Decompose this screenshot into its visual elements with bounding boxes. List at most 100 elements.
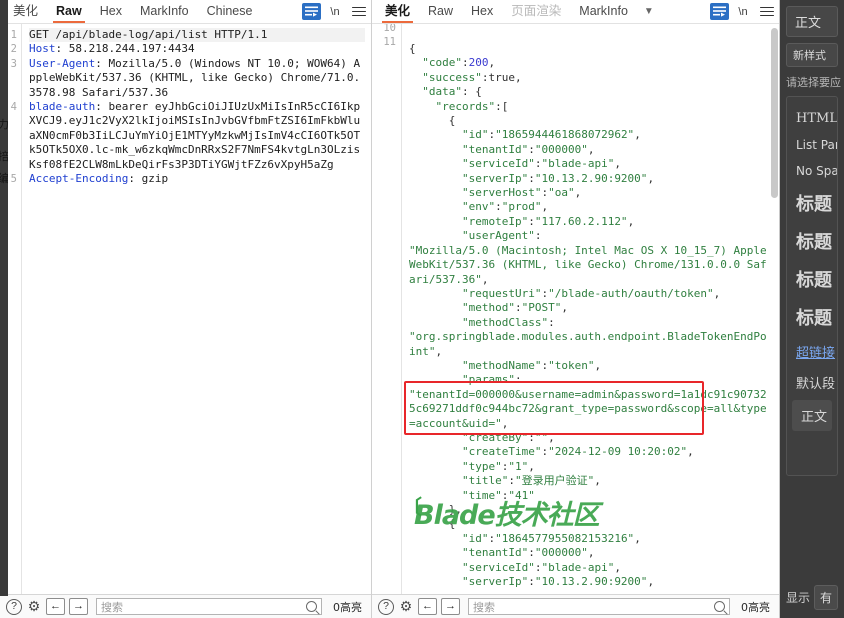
back-button[interactable]: ← xyxy=(418,598,437,615)
wrap-lines-icon[interactable] xyxy=(709,3,729,21)
style-list-item[interactable]: 标题 xyxy=(787,184,837,222)
response-scrollbar[interactable] xyxy=(770,24,779,594)
json-line: "params": xyxy=(409,373,773,387)
json-token: : xyxy=(495,200,502,214)
tab-chinese[interactable]: Chinese xyxy=(198,1,262,22)
json-line: "createTime":"2024-12-09 10:20:02", xyxy=(409,445,773,459)
json-line: "methodName":"token", xyxy=(409,359,773,373)
json-token: , xyxy=(647,575,655,589)
json-token: "10.13.2.90:9200" xyxy=(534,575,648,589)
tab-beautify[interactable]: 美化 xyxy=(4,1,47,22)
code-token: User-Agent xyxy=(29,56,96,70)
response-scrollbar-thumb[interactable] xyxy=(771,28,778,198)
hamburger-menu-icon[interactable] xyxy=(349,3,369,21)
code-line: User-Agent: Mozilla/5.0 (Windows NT 10.0… xyxy=(29,57,365,100)
json-line: "createBy":"", xyxy=(409,431,773,445)
edge-strip-fragment: 力 xyxy=(0,118,8,131)
json-token: , xyxy=(627,214,635,228)
app-root: 力 掊 编 美化 Raw Hex MarkInfo Chinese \n 1 2… xyxy=(0,0,844,618)
code-token: Accept-Encoding xyxy=(29,172,129,186)
style-list: HTML List Par No Spa 标题 标题 标题 标题 超链接 默认段 正文 xyxy=(786,96,838,476)
style-list-item[interactable]: 超链接 xyxy=(787,336,837,367)
json-token: 200 xyxy=(468,56,489,70)
code-token: Host xyxy=(29,42,56,56)
forward-button[interactable]: → xyxy=(69,598,88,615)
json-token: , xyxy=(574,186,582,200)
style-list-item[interactable]: 正文 xyxy=(792,400,832,431)
json-line: { xyxy=(409,42,773,56)
json-token: , xyxy=(594,358,602,372)
json-token: : xyxy=(508,474,515,488)
json-line: "serverIp":"10.13.2.90:9200", xyxy=(409,172,773,186)
hamburger-menu-icon[interactable] xyxy=(757,3,777,21)
search-icon[interactable] xyxy=(306,601,317,612)
json-token: : xyxy=(528,430,535,444)
json-token: , xyxy=(528,459,535,473)
gear-icon[interactable]: ⚙ xyxy=(398,598,414,615)
line-number: 5 xyxy=(10,173,17,185)
chevron-down-icon[interactable]: ▼ xyxy=(637,4,661,20)
tab-raw[interactable]: Raw xyxy=(47,1,91,23)
json-line: "serviceId":"blade-api", xyxy=(409,157,773,171)
help-icon[interactable]: ? xyxy=(378,598,394,615)
json-token: , xyxy=(687,445,694,459)
json-token: "2024-12-09 10:20:02" xyxy=(548,445,688,459)
new-style-button[interactable]: 新样式 xyxy=(786,43,838,67)
style-list-item[interactable]: 默认段 xyxy=(787,367,837,398)
style-list-item[interactable]: List Par xyxy=(787,132,837,158)
json-token: , xyxy=(435,344,443,358)
json-token: : xyxy=(528,171,535,185)
json-token: "000000" xyxy=(534,142,588,156)
back-button[interactable]: ← xyxy=(46,598,65,615)
json-token: , xyxy=(548,430,555,444)
json-token: , xyxy=(614,157,621,171)
style-list-item[interactable]: 标题 xyxy=(787,260,837,298)
help-icon[interactable]: ? xyxy=(6,598,22,615)
json-token: : xyxy=(514,301,522,315)
tab-hex[interactable]: Hex xyxy=(462,1,502,22)
request-panel: 美化 Raw Hex MarkInfo Chinese \n 1 2 3 4 5… xyxy=(0,0,372,618)
edge-strip-fragment: 编 xyxy=(0,172,8,185)
style-list-item[interactable]: No Spa xyxy=(787,158,837,184)
json-token: "code" xyxy=(409,56,462,70)
style-pane-note: 请选择要应 xyxy=(786,76,841,89)
gear-icon[interactable]: ⚙ xyxy=(26,598,42,615)
style-chip-body[interactable]: 正文 xyxy=(786,6,838,37)
search-input[interactable]: 搜索 xyxy=(96,598,322,615)
forward-button[interactable]: → xyxy=(441,598,460,615)
search-icon[interactable] xyxy=(714,601,725,612)
show-select[interactable]: 有 xyxy=(814,585,838,610)
json-token: "1864577955082153216" xyxy=(495,531,635,545)
tab-page-render[interactable]: 页面渲染 xyxy=(502,1,570,22)
request-code-text[interactable]: GET /api/blade-log/api/list HTTP/1.1 Host… xyxy=(22,24,371,594)
json-token: : xyxy=(462,56,469,70)
json-token: "blade-api" xyxy=(541,157,615,171)
wrap-lines-icon[interactable] xyxy=(301,3,321,21)
response-panel: 美化 Raw Hex 页面渲染 MarkInfo ▼ \n 10 11 {"c… xyxy=(372,0,780,618)
tab-markinfo[interactable]: MarkInfo xyxy=(131,1,198,22)
json-line: "id":"1865944461868072962", xyxy=(409,128,773,142)
json-line: "method":"POST", xyxy=(409,301,773,315)
json-token: "createTime" xyxy=(409,445,542,459)
style-list-item[interactable]: 标题 xyxy=(787,298,837,336)
tab-beautify[interactable]: 美化 xyxy=(376,1,419,23)
code-line: Host: 58.218.244.197:4434 xyxy=(29,42,365,56)
json-line: "id":"1864577955082153216", xyxy=(409,532,773,546)
tab-raw[interactable]: Raw xyxy=(419,1,462,22)
tab-markinfo[interactable]: MarkInfo xyxy=(570,1,637,22)
left-edge-strip: 力 掊 编 xyxy=(0,0,8,596)
json-line: "title":"登录用户验证", xyxy=(409,474,773,488)
json-token: "serverIp" xyxy=(409,575,529,589)
line-number: 10 xyxy=(383,24,396,34)
json-token: "blade-api" xyxy=(541,560,615,574)
style-list-item[interactable]: HTML xyxy=(787,105,837,132)
newline-toggle-icon[interactable]: \n xyxy=(733,3,753,21)
response-tabbar: 美化 Raw Hex 页面渲染 MarkInfo ▼ \n xyxy=(372,0,779,24)
json-token: "title" xyxy=(409,474,509,488)
json-token: "id" xyxy=(409,531,489,545)
json-token: , xyxy=(634,531,641,545)
search-input[interactable]: 搜索 xyxy=(468,598,730,615)
style-list-item[interactable]: 标题 xyxy=(787,222,837,260)
newline-toggle-icon[interactable]: \n xyxy=(325,3,345,21)
tab-hex[interactable]: Hex xyxy=(91,1,131,22)
